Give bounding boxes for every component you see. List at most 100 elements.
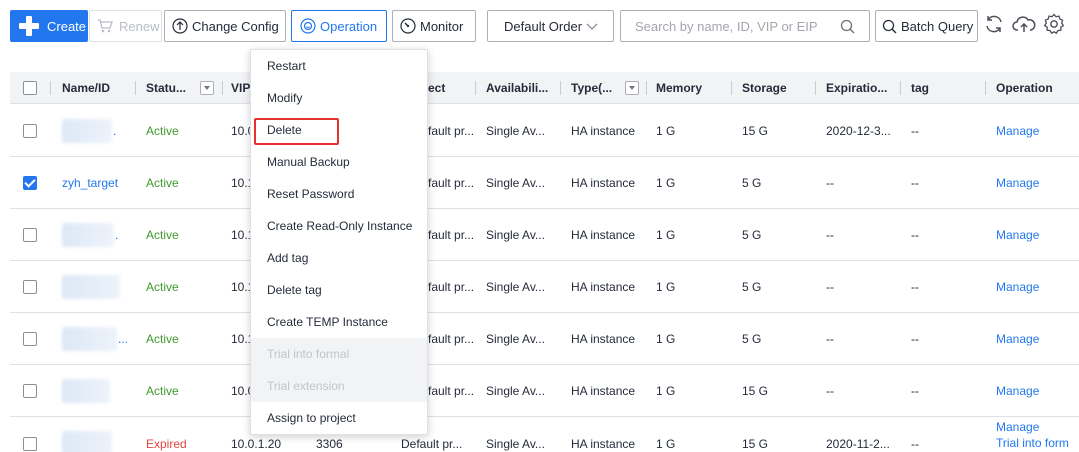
header-vip[interactable]: VIP bbox=[231, 72, 250, 104]
availability-text: Single Av... bbox=[486, 176, 545, 190]
storage-text: 5 G bbox=[742, 280, 762, 294]
menu-item-create-read-only-instance[interactable]: Create Read-Only Instance bbox=[251, 210, 427, 242]
menu-item-add-tag[interactable]: Add tag bbox=[251, 242, 427, 274]
status-text: Active bbox=[146, 384, 179, 398]
tag-text: -- bbox=[911, 228, 919, 242]
availability-text: Single Av... bbox=[486, 124, 545, 138]
expiration-text: -- bbox=[826, 176, 834, 190]
batch-query-button[interactable]: Batch Query bbox=[875, 10, 978, 42]
manage-link[interactable]: Manage bbox=[996, 105, 1039, 157]
order-select[interactable]: Default Order bbox=[487, 10, 614, 42]
project-text: fault pr... bbox=[428, 332, 475, 346]
menu-item-reset-password[interactable]: Reset Password bbox=[251, 178, 427, 210]
tag-text: -- bbox=[911, 332, 919, 346]
menu-item-modify[interactable]: Modify bbox=[251, 82, 427, 114]
availability-text: Single Av... bbox=[486, 384, 545, 398]
storage-text: 15 G bbox=[742, 384, 769, 398]
redacted-name bbox=[62, 379, 110, 403]
expiration-text: -- bbox=[826, 332, 834, 346]
memory-text: 1 G bbox=[656, 437, 676, 451]
type-text: HA instance bbox=[571, 332, 636, 346]
menu-item-delete-tag[interactable]: Delete tag bbox=[251, 274, 427, 306]
menu-item-manual-backup[interactable]: Manual Backup bbox=[251, 146, 427, 178]
header-memory[interactable]: Memory bbox=[656, 72, 702, 104]
batch-query-label: Batch Query bbox=[901, 18, 974, 34]
manage-link[interactable]: Manage bbox=[996, 209, 1039, 261]
instance-name-link[interactable]: . bbox=[113, 105, 116, 157]
menu-item-create-temp-instance[interactable]: Create TEMP Instance bbox=[251, 306, 427, 338]
header-availability[interactable]: Availabili... bbox=[486, 72, 548, 104]
row-checkbox[interactable] bbox=[23, 124, 37, 138]
type-text: HA instance bbox=[571, 228, 636, 242]
storage-text: 15 G bbox=[742, 437, 769, 451]
menu-item-trial-extension: Trial extension bbox=[251, 370, 427, 402]
header-tag[interactable]: tag bbox=[911, 72, 929, 104]
settings-face-icon bbox=[300, 18, 316, 34]
renew-button[interactable]: Renew bbox=[89, 10, 162, 42]
type-text: HA instance bbox=[571, 280, 636, 294]
search-icon[interactable] bbox=[840, 19, 855, 37]
cloud-upload-icon[interactable] bbox=[1012, 13, 1036, 38]
table-row: . Active 10.0 fault pr... Single Av... H… bbox=[10, 105, 1079, 157]
column-divider bbox=[985, 81, 986, 95]
table-header: Name/ID Statu... VIP ect Availabili... T… bbox=[10, 72, 1079, 104]
redacted-name bbox=[62, 119, 112, 143]
type-text: HA instance bbox=[571, 437, 636, 451]
type-text: HA instance bbox=[571, 124, 636, 138]
gear-icon[interactable] bbox=[1043, 13, 1065, 38]
select-all-checkbox[interactable] bbox=[23, 81, 37, 95]
column-divider bbox=[222, 81, 223, 95]
operation-button[interactable]: Operation bbox=[291, 10, 387, 42]
redacted-name bbox=[62, 431, 112, 452]
menu-item-restart[interactable]: Restart bbox=[251, 50, 427, 82]
manage-link[interactable]: Manage bbox=[996, 261, 1039, 313]
availability-text: Single Av... bbox=[486, 280, 545, 294]
row-checkbox[interactable] bbox=[23, 228, 37, 242]
monitor-button[interactable]: Monitor bbox=[392, 10, 476, 42]
type-text: HA instance bbox=[571, 176, 636, 190]
status-text: Active bbox=[146, 280, 179, 294]
table-row: Expired 10.0.1.20 3306 Default pr... Sin… bbox=[10, 417, 1079, 452]
instance-name-link[interactable]: zyh_target bbox=[62, 157, 118, 209]
tag-text: -- bbox=[911, 384, 919, 398]
status-text: Active bbox=[146, 332, 179, 346]
row-checkbox[interactable] bbox=[23, 280, 37, 294]
storage-text: 5 G bbox=[742, 176, 762, 190]
table-row: Active 10.1 fault pr... Single Av... HA … bbox=[10, 261, 1079, 313]
tag-text: -- bbox=[911, 176, 919, 190]
memory-text: 1 G bbox=[656, 384, 676, 398]
create-button[interactable]: Create bbox=[10, 10, 88, 42]
cart-icon bbox=[97, 18, 113, 34]
instance-name-link[interactable]: ... bbox=[118, 313, 128, 365]
row-checkbox[interactable] bbox=[23, 332, 37, 346]
refresh-icon[interactable] bbox=[983, 13, 1005, 38]
header-storage[interactable]: Storage bbox=[742, 72, 787, 104]
availability-text: Single Av... bbox=[486, 437, 545, 451]
expiration-text: -- bbox=[826, 384, 834, 398]
manage-link[interactable]: Manage bbox=[996, 157, 1039, 209]
project-text: fault pr... bbox=[428, 384, 475, 398]
instance-name-link[interactable]: . bbox=[115, 209, 118, 261]
search-input[interactable] bbox=[635, 12, 845, 40]
gauge-icon bbox=[400, 18, 416, 34]
redacted-name bbox=[62, 223, 114, 247]
header-name[interactable]: Name/ID bbox=[62, 72, 110, 104]
change-config-label: Change Config bbox=[192, 18, 279, 34]
header-type[interactable]: Type(... bbox=[571, 72, 612, 104]
row-checkbox[interactable] bbox=[23, 384, 37, 398]
row-checkbox[interactable] bbox=[23, 437, 37, 451]
operation-dropdown-menu: Restart Modify Delete Manual Backup Rese… bbox=[250, 49, 428, 435]
manage-link[interactable]: Manage bbox=[996, 313, 1039, 365]
type-filter-icon[interactable] bbox=[625, 81, 639, 95]
search-icon bbox=[882, 19, 897, 34]
status-filter-icon[interactable] bbox=[200, 81, 214, 95]
project-text: fault pr... bbox=[428, 228, 475, 242]
header-project[interactable]: ect bbox=[428, 72, 445, 104]
trial-into-formal-link[interactable]: Trial into form bbox=[996, 417, 1069, 452]
header-status[interactable]: Statu... bbox=[146, 72, 186, 104]
menu-item-delete[interactable]: Delete bbox=[251, 114, 427, 146]
menu-item-assign-to-project[interactable]: Assign to project bbox=[251, 402, 427, 434]
header-expiration[interactable]: Expiratio... bbox=[826, 72, 887, 104]
change-config-button[interactable]: Change Config bbox=[164, 10, 286, 42]
row-checkbox[interactable] bbox=[23, 176, 37, 190]
